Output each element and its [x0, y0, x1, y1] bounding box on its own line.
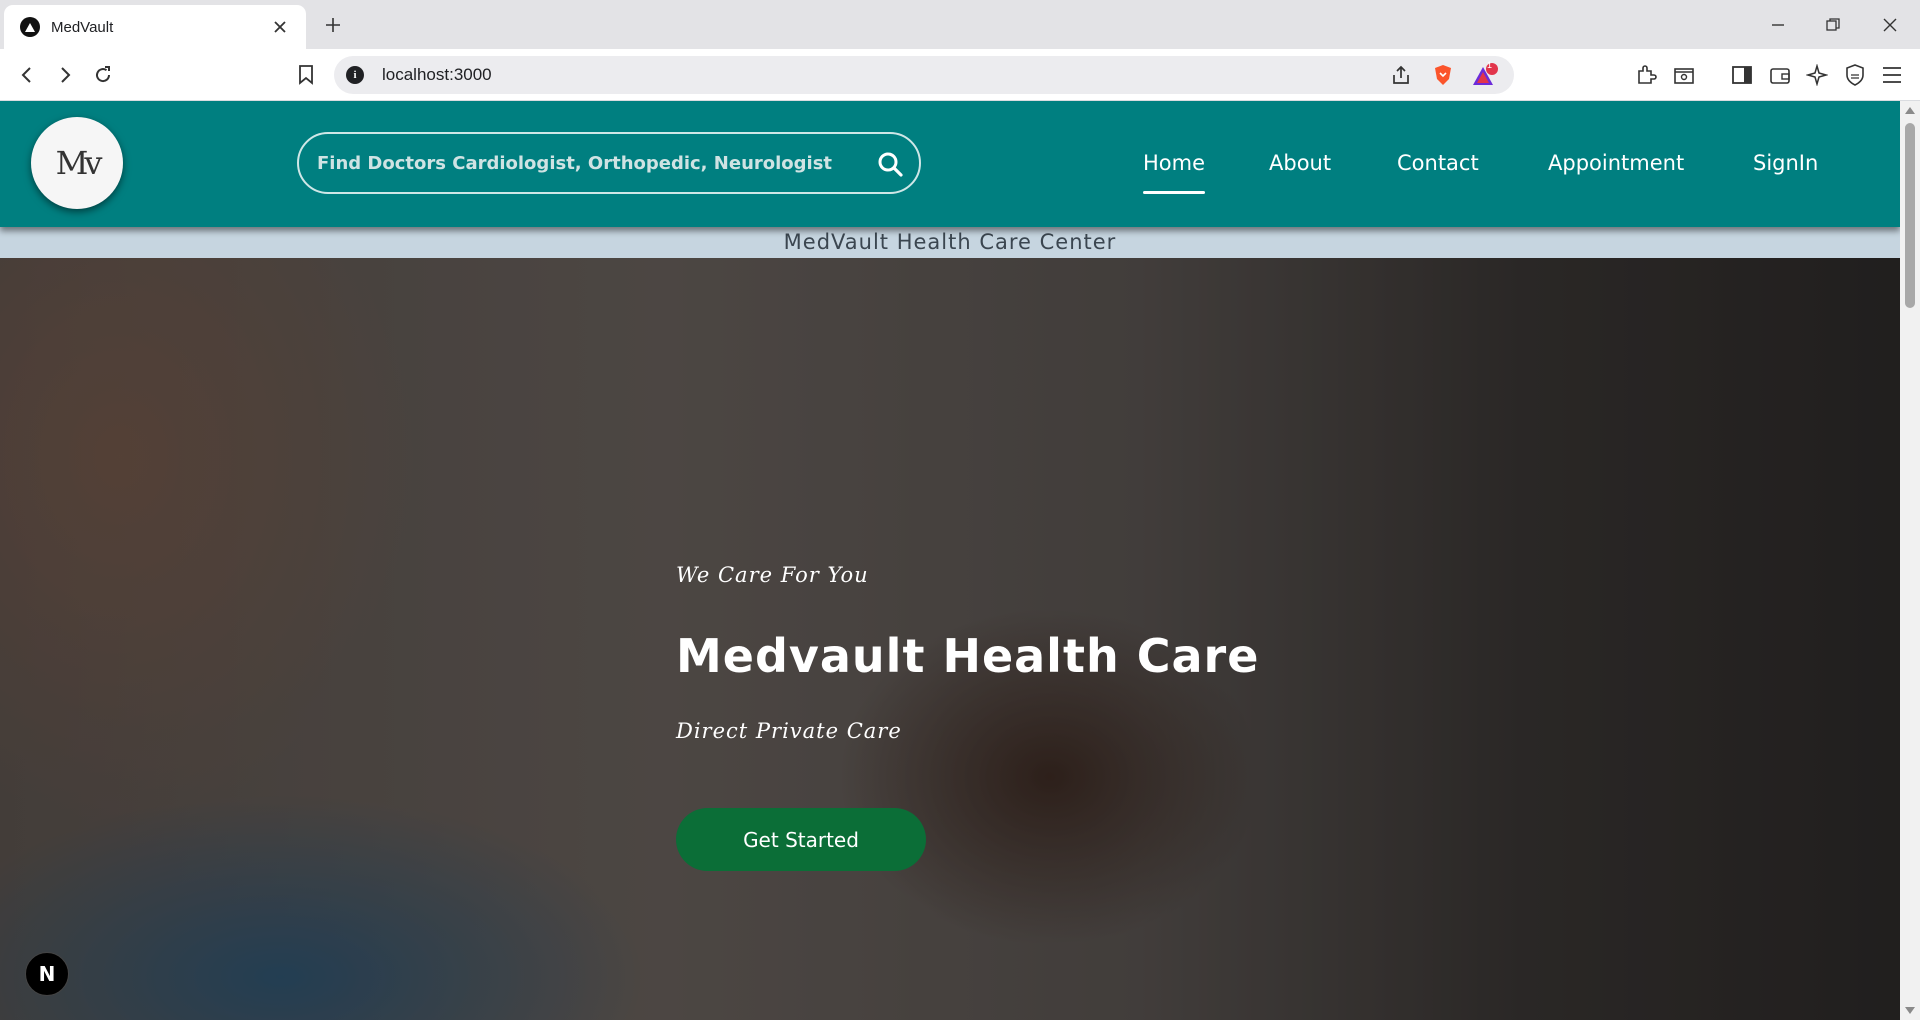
nav-appointment[interactable]: Appointment — [1548, 151, 1684, 175]
brave-shields-icon[interactable] — [1429, 61, 1457, 89]
subheader-bar: MedVault Health Care Center — [0, 227, 1900, 258]
rewards-badge-count: 1 — [1487, 60, 1493, 70]
leo-ai-icon[interactable] — [1803, 61, 1831, 89]
hero-tagline: We Care For You — [676, 563, 869, 587]
share-icon[interactable] — [1387, 61, 1415, 89]
nextjs-dev-indicator[interactable]: N — [25, 952, 69, 996]
nav-home[interactable]: Home — [1143, 151, 1206, 194]
address-url: localhost:3000 — [382, 65, 492, 84]
scroll-down-icon[interactable] — [1905, 1007, 1915, 1014]
site-header: Mv Home About Contact Appointment SignIn — [0, 101, 1900, 227]
browser-tab[interactable]: MedVault — [4, 5, 306, 49]
search-icon[interactable] — [877, 151, 903, 177]
bookmark-icon[interactable] — [292, 61, 320, 89]
active-nav-underline — [1143, 191, 1206, 194]
browser-toolbar: i localhost:3000 1 — [0, 49, 1920, 101]
nav-home-label: Home — [1143, 151, 1206, 175]
brave-rewards-icon[interactable]: 1 — [1471, 60, 1499, 89]
site-logo[interactable]: Mv — [31, 117, 123, 209]
minimize-icon[interactable] — [1765, 12, 1791, 38]
nav-about[interactable]: About — [1269, 151, 1331, 175]
vpn-icon[interactable] — [1841, 61, 1869, 89]
sidebar-toggle-icon[interactable] — [1728, 61, 1756, 89]
extensions-icon[interactable] — [1632, 61, 1660, 89]
get-started-button[interactable]: Get Started — [676, 808, 926, 871]
scroll-up-icon[interactable] — [1905, 107, 1915, 114]
logo-monogram: Mv — [55, 144, 103, 182]
address-bar[interactable]: i localhost:3000 1 — [334, 56, 1514, 94]
restore-icon[interactable] — [1820, 12, 1846, 38]
hero-subtitle: Direct Private Care — [676, 719, 902, 743]
scrollbar-thumb[interactable] — [1905, 123, 1915, 308]
tab-title: MedVault — [51, 18, 114, 36]
forward-icon[interactable] — [51, 61, 79, 89]
reload-icon[interactable] — [89, 61, 117, 89]
page-scrollbar[interactable] — [1900, 101, 1920, 1020]
hero-title: Medvault Health Care — [676, 629, 1260, 683]
doctor-search — [297, 132, 921, 194]
reading-list-icon[interactable] — [1670, 61, 1698, 89]
close-window-icon[interactable] — [1877, 12, 1903, 38]
close-tab-icon[interactable] — [270, 17, 290, 37]
new-tab-icon[interactable] — [322, 14, 344, 36]
wallet-icon[interactable] — [1766, 61, 1794, 89]
nav-signin[interactable]: SignIn — [1753, 151, 1818, 175]
back-icon[interactable] — [13, 61, 41, 89]
search-input[interactable] — [317, 148, 857, 178]
menu-icon[interactable] — [1878, 61, 1906, 89]
subheader-text: MedVault Health Care Center — [783, 230, 1117, 254]
nav-contact[interactable]: Contact — [1397, 151, 1479, 175]
vercel-favicon-icon — [20, 17, 40, 37]
browser-tab-bar: MedVault — [0, 0, 1920, 49]
site-info-icon[interactable]: i — [346, 66, 364, 84]
page-viewport: Mv Home About Contact Appointment SignIn… — [0, 101, 1900, 1020]
